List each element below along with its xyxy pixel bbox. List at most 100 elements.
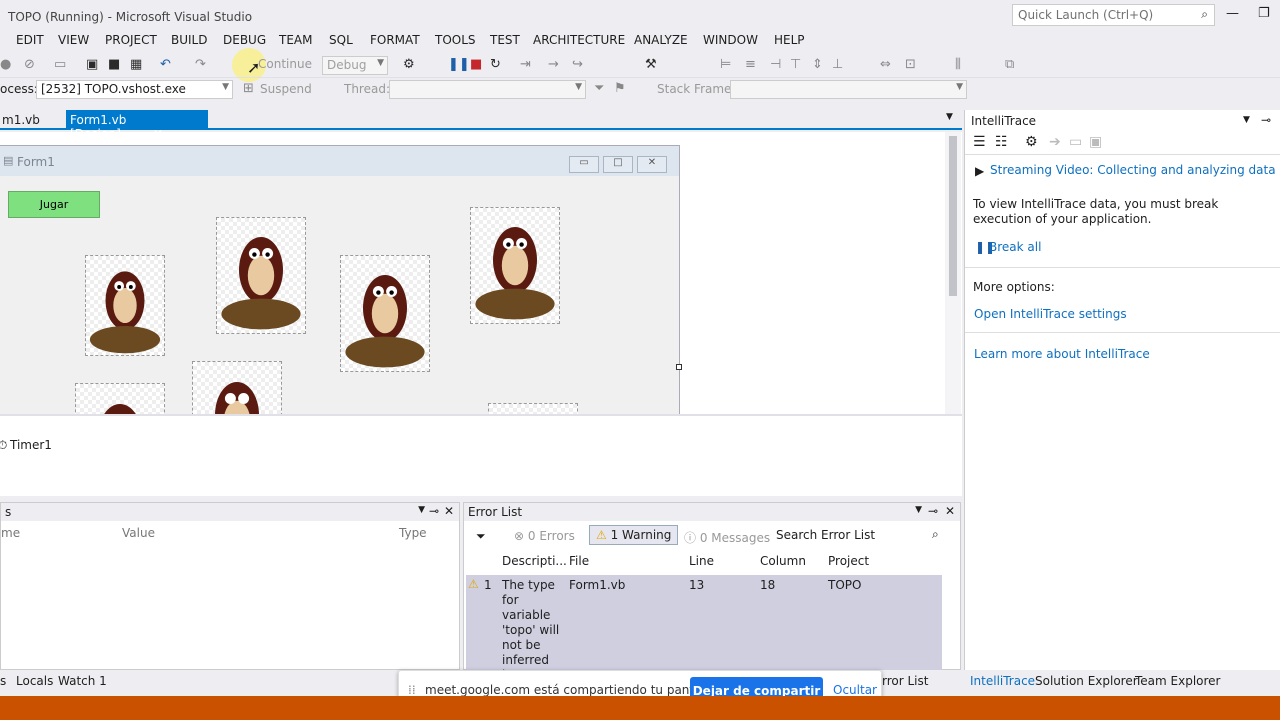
menu-view[interactable]: VIEW xyxy=(58,33,89,47)
errors-filter[interactable]: ⊗ 0 Errors xyxy=(514,529,575,543)
menu-build[interactable]: BUILD xyxy=(171,33,207,47)
new-project-icon[interactable]: ▭ xyxy=(54,57,66,72)
attach-icon[interactable]: ⚙ xyxy=(403,57,415,72)
minimize-button[interactable]: — xyxy=(1226,6,1239,21)
flag-icon[interactable]: ⚑ xyxy=(614,81,626,96)
spacing-icon[interactable]: ⫼ xyxy=(955,57,961,72)
step-icon[interactable]: ⇥ xyxy=(520,57,531,72)
tab-error-list[interactable]: rror List xyxy=(882,674,928,688)
resize-handle[interactable] xyxy=(676,364,682,370)
mole-picture[interactable] xyxy=(85,255,165,356)
align-left-icon[interactable]: ⊨ xyxy=(720,57,731,72)
close-icon[interactable]: ✕ xyxy=(444,504,454,518)
continue-button[interactable]: Continue xyxy=(258,57,312,71)
list-view-icon[interactable]: ☰ xyxy=(973,134,986,150)
mole-picture[interactable] xyxy=(216,217,306,334)
value-column-header[interactable]: Value xyxy=(122,526,155,540)
name-column-header[interactable]: me xyxy=(1,526,20,540)
open-settings-link[interactable]: Open IntelliTrace settings xyxy=(974,307,1127,321)
open-file-icon[interactable]: ▭ xyxy=(1069,134,1082,150)
order-icon[interactable]: ⧉ xyxy=(1005,57,1014,72)
filter-icon[interactable]: ⏷ xyxy=(476,529,486,544)
designer-scrollbar[interactable] xyxy=(945,132,961,414)
redo-icon[interactable]: ↷ xyxy=(195,57,206,72)
tab-form1-vb[interactable]: m1.vb xyxy=(0,112,42,128)
restart-icon[interactable]: ↻ xyxy=(490,57,501,72)
tab-watch1[interactable]: Watch 1 xyxy=(58,674,107,688)
quick-launch-input[interactable]: Quick Launch (Ctrl+Q) ⌕ xyxy=(1012,4,1215,26)
chevron-down-icon[interactable]: ▼ xyxy=(915,505,922,515)
align-center-icon[interactable]: ≡ xyxy=(745,57,756,72)
search-error-list-input[interactable]: Search Error List xyxy=(776,528,875,542)
suspend-button[interactable]: Suspend xyxy=(260,82,312,96)
save-icon[interactable]: ■ xyxy=(108,57,120,72)
form-window[interactable]: ▤ Form1 ▭ □ ✕ Jugar xyxy=(0,145,680,423)
table-row[interactable]: ⚠ 1 The type for variable 'topo' will no… xyxy=(466,575,942,697)
stack-frame-dropdown[interactable]: ▼ xyxy=(730,80,967,99)
tab-solution-explorer[interactable]: Solution Explorer xyxy=(1035,674,1138,688)
column-column-header[interactable]: Column xyxy=(760,554,806,568)
hide-button[interactable]: Ocultar xyxy=(833,683,877,697)
pin-icon[interactable]: ⊸ xyxy=(429,504,439,518)
save-all-icon[interactable]: ▦ xyxy=(130,57,142,72)
align-middle-icon[interactable]: ⇕ xyxy=(812,57,823,72)
menu-test[interactable]: TEST xyxy=(490,33,520,47)
menu-window[interactable]: WINDOW xyxy=(703,33,758,47)
menu-edit[interactable]: EDIT xyxy=(16,33,44,47)
tab-form1-design[interactable]: Form1.vb [Design]⊸✕ xyxy=(66,110,208,141)
chevron-down-icon[interactable]: ▼ xyxy=(1243,115,1250,125)
menu-architecture[interactable]: ARCHITECTURE xyxy=(533,33,625,47)
gear-icon[interactable]: ⚙ xyxy=(1025,134,1038,150)
step-into-icon[interactable]: → xyxy=(548,57,559,72)
file-column-header[interactable]: File xyxy=(569,554,589,568)
align-bottom-icon[interactable]: ⊥ xyxy=(832,57,843,72)
align-top-icon[interactable]: ⊤ xyxy=(790,57,801,72)
restore-button[interactable]: ❐ xyxy=(1258,6,1270,21)
drag-handle-icon[interactable]: ⁞⁞ xyxy=(408,683,416,697)
align-right-icon[interactable]: ⊣ xyxy=(770,57,781,72)
menu-sql[interactable]: SQL xyxy=(329,33,353,47)
break-all-icon[interactable]: ❚❚ xyxy=(448,57,470,72)
forward-icon[interactable]: ➔ xyxy=(1049,134,1061,150)
stop-debugging-icon[interactable]: ■ xyxy=(470,57,482,72)
tab-intellitrace[interactable]: IntelliTrace xyxy=(970,674,1035,688)
description-column-header[interactable]: Descripti... xyxy=(502,554,567,568)
jugar-button[interactable]: Jugar xyxy=(8,191,100,218)
size-icon[interactable]: ⇔ xyxy=(880,57,891,72)
tab-team-explorer[interactable]: Team Explorer xyxy=(1135,674,1221,688)
undo-icon[interactable]: ↶ xyxy=(160,57,171,72)
menu-project[interactable]: PROJECT xyxy=(105,33,157,47)
scrollbar-thumb[interactable] xyxy=(949,136,957,296)
pin-icon[interactable]: ⊸ xyxy=(1261,113,1271,127)
menu-debug[interactable]: DEBUG xyxy=(223,33,266,47)
back-icon[interactable]: ● xyxy=(0,57,11,72)
open-icon[interactable]: ▣ xyxy=(86,57,98,72)
close-icon[interactable]: ✕ xyxy=(945,504,955,518)
mole-picture[interactable] xyxy=(340,255,430,372)
save-icon[interactable]: ▣ xyxy=(1089,134,1102,150)
menu-tools[interactable]: TOOLS xyxy=(435,33,476,47)
project-column-header[interactable]: Project xyxy=(828,554,869,568)
warnings-filter[interactable]: ⚠ 1 Warning xyxy=(589,525,679,545)
type-column-header[interactable]: Type xyxy=(399,526,427,540)
thread-dropdown[interactable]: ▼ xyxy=(389,80,586,99)
streaming-video-link[interactable]: Streaming Video: Collecting and analyzin… xyxy=(990,163,1280,177)
pin-icon[interactable]: ⊸ xyxy=(928,504,938,518)
tab-autos[interactable]: s xyxy=(0,674,6,688)
break-all-link[interactable]: Break all xyxy=(989,240,1041,254)
menu-team[interactable]: TEAM xyxy=(279,33,312,47)
filter-icon[interactable]: ⏷ xyxy=(594,81,604,96)
chevron-down-icon[interactable]: ▼ xyxy=(418,505,425,515)
size-width-icon[interactable]: ⊡ xyxy=(905,57,916,72)
config-dropdown[interactable]: Debug ▼ xyxy=(322,56,388,75)
forward-icon[interactable]: ⊘ xyxy=(24,57,35,72)
messages-filter[interactable]: ⓘ 0 Messages xyxy=(684,529,770,546)
intellitrace-icon[interactable]: ⚒ xyxy=(645,57,657,72)
process-dropdown[interactable]: [2532] TOPO.vshost.exe ▼ xyxy=(36,80,233,99)
mole-picture[interactable] xyxy=(470,207,560,324)
step-over-icon[interactable]: ↪ xyxy=(572,57,583,72)
chevron-down-icon[interactable]: ▼ xyxy=(946,112,953,122)
menu-format[interactable]: FORMAT xyxy=(370,33,420,47)
tab-locals[interactable]: Locals xyxy=(16,674,53,688)
events-icon[interactable]: ☷ xyxy=(995,134,1008,150)
